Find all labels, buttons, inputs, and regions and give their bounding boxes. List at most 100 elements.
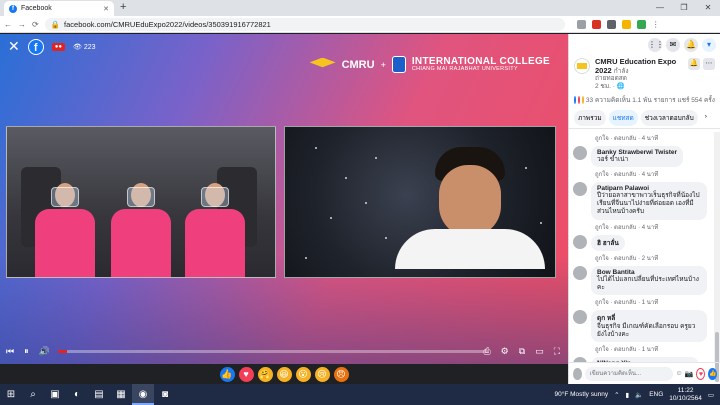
haha-count-icon	[581, 96, 584, 105]
facebook-logo-icon[interactable]: f	[27, 38, 44, 55]
menu-grid-icon[interactable]: ⋮⋮	[648, 38, 664, 52]
windows-start-icon[interactable]: ⊞	[0, 384, 22, 405]
haha-reaction-icon[interactable]: 😆	[276, 366, 292, 382]
url-field[interactable]: 🔒 facebook.com/CMRUEduExpo2022/videos/35…	[44, 17, 565, 31]
extensions-bar: ⋮	[576, 19, 660, 29]
menu-icon[interactable]: ⋮	[652, 20, 660, 29]
video-progress-bar[interactable]	[58, 350, 488, 353]
comment-item: Banky Strawberwi Twister วอร์ ขำเน่า	[573, 146, 714, 168]
commenter-name[interactable]: ดุก หลี่	[597, 313, 701, 323]
line-app-icon[interactable]: ◙	[154, 384, 176, 405]
task-view-icon[interactable]: ▣	[44, 384, 66, 405]
student-figure	[111, 183, 171, 277]
volume-icon[interactable]: 🔊	[39, 346, 50, 357]
comment-item: ดุก หลี่ จีนธุรกิจ มีเกณฑ์คัดเลือกรอบ ครู…	[573, 309, 714, 342]
browser-tab[interactable]: f Facebook ✕	[4, 1, 114, 16]
page-header: CMRU Education Expo 2022 กำลัง ถ่ายทอดสด…	[569, 56, 720, 92]
profile-avatar[interactable]	[636, 19, 646, 29]
comment-meta[interactable]: ถูกใจ · ตอบกลับ · 4 นาที	[573, 222, 714, 232]
tab-live-chat[interactable]: แชทสด	[608, 110, 638, 127]
search-icon[interactable]: ⌕	[22, 384, 44, 405]
page-avatar[interactable]	[574, 58, 590, 74]
fullscreen-icon[interactable]: ⛶	[554, 346, 560, 357]
language-indicator[interactable]: ENG	[649, 391, 663, 398]
comment-bubble: Bow Bantita ไปได้ไปแลกเปลี่ยนที่ประเทศไหน…	[591, 265, 707, 295]
tab-close-icon[interactable]: ✕	[103, 5, 109, 13]
clock-time: 11:22	[677, 387, 694, 395]
account-icon[interactable]: ▾	[702, 38, 716, 52]
close-window-button[interactable]: ✕	[696, 0, 720, 16]
comment-meta[interactable]: ถูกใจ · ตอบกลับ · 2 นาที	[573, 253, 714, 263]
commenter-avatar[interactable]	[573, 182, 587, 197]
care-reaction-icon[interactable]: 🤗	[257, 366, 273, 382]
maximize-button[interactable]: ❐	[672, 0, 696, 16]
notify-bell-icon[interactable]: 🔔	[688, 58, 700, 70]
notification-center-icon[interactable]: ▭	[708, 391, 714, 399]
wow-reaction-icon[interactable]: 😮	[295, 366, 311, 382]
comment-meta[interactable]: ถูกใจ · ตอบกลับ · 4 นาที	[573, 133, 714, 143]
emoji-icon[interactable]: ☺	[676, 370, 683, 378]
tab-replies[interactable]: ช่วงเวลาตอบกลับ	[640, 110, 698, 127]
comment-meta[interactable]: ถูกใจ · ตอบกลับ · 1 นาที	[573, 344, 714, 354]
video-player[interactable]: ✕ f ●● 👁 223 CMRU + INTERNATIONAL COLLEG…	[0, 34, 568, 364]
commenter-avatar[interactable]	[573, 146, 587, 160]
commenter-name[interactable]: Banky Strawberwi Twister	[597, 149, 677, 156]
sad-reaction-icon[interactable]: 😢	[314, 366, 330, 382]
speaker-icon[interactable]: 🔈	[635, 391, 643, 399]
extension-icon-2[interactable]	[621, 19, 631, 29]
system-clock[interactable]: 11:22 10/10/2564	[669, 387, 702, 401]
minimize-button[interactable]: —	[648, 0, 672, 16]
commenter-avatar[interactable]	[573, 309, 587, 324]
page-name[interactable]: CMRU Education Expo 2022	[595, 57, 676, 75]
video-panel-guest	[284, 126, 556, 278]
like-reaction-button[interactable]: 👍	[708, 367, 717, 380]
messenger-icon[interactable]: ✉	[666, 38, 680, 52]
angry-reaction-icon[interactable]: 😠	[333, 366, 349, 382]
commenter-name[interactable]: ฮิ ฮาลั่น	[597, 238, 619, 248]
tab-overview[interactable]: ภาพรวม	[574, 110, 606, 127]
captions-icon[interactable]: ⎙	[483, 346, 490, 357]
reload-icon[interactable]: ⟳	[32, 20, 39, 29]
new-tab-button[interactable]: +	[120, 1, 126, 13]
pdf-extension-icon[interactable]	[591, 19, 601, 29]
chevron-right-icon[interactable]: ›	[701, 110, 711, 126]
url-text: facebook.com/CMRUEduExpo2022/videos/3503…	[64, 19, 271, 29]
comment-meta[interactable]: ถูกใจ · ตอบกลับ · 1 นาที	[573, 297, 714, 307]
like-reaction-icon[interactable]: 👍	[219, 366, 235, 382]
cast-icon[interactable]	[576, 19, 586, 29]
minimize-player-icon[interactable]: ▭	[535, 346, 544, 357]
comment-meta[interactable]: ถูกใจ · ตอบกลับ · 4 นาที	[573, 169, 714, 179]
popout-icon[interactable]: ⧉	[519, 346, 525, 357]
camera-icon[interactable]: 📷	[685, 370, 694, 378]
university-name: CHIANG MAI RAJABHAT UNIVERSITY	[411, 65, 518, 72]
lock-icon: 🔒	[50, 19, 61, 29]
brand-plus: +	[380, 59, 386, 70]
skip-back-icon[interactable]: ⏮	[6, 346, 14, 357]
file-explorer-icon[interactable]: ▤	[88, 384, 110, 405]
comment-input[interactable]	[584, 366, 673, 381]
edge-icon[interactable]: ◐	[66, 384, 88, 405]
love-reaction-icon[interactable]: ♥	[238, 366, 254, 382]
close-video-icon[interactable]: ✕	[8, 38, 20, 55]
tray-chevron-icon[interactable]: ⌃	[614, 391, 619, 399]
commenter-name[interactable]: Bow Bantita	[597, 269, 701, 276]
back-icon[interactable]: ←	[4, 20, 12, 29]
more-options-icon[interactable]: ⋯	[703, 58, 715, 70]
weather-widget[interactable]: 90°F Mostly sunny	[555, 391, 609, 398]
chrome-icon[interactable]: ◉	[132, 384, 154, 405]
notifications-icon[interactable]: 🔔	[684, 38, 698, 52]
pause-icon[interactable]: ⏸	[24, 346, 29, 357]
commenter-avatar[interactable]	[573, 265, 587, 280]
forward-icon[interactable]: →	[18, 20, 26, 29]
windows-taskbar: ⊞ ⌕ ▣ ◐ ▤ ▦ ◉ ◙ 90°F Mostly sunny ⌃ ▮ 🔈 …	[0, 384, 720, 405]
heart-reaction-button[interactable]: ♥	[696, 367, 706, 380]
page-sub: ถ่ายทอดสด	[595, 75, 627, 83]
settings-icon[interactable]: ⚙	[501, 346, 509, 357]
network-icon[interactable]: ▮	[626, 391, 630, 399]
store-icon[interactable]: ▦	[110, 384, 132, 405]
comment-composer: ☺ 📷 ♥ 👍	[569, 362, 720, 384]
sidebar-scrollbar[interactable]	[714, 132, 720, 382]
commenter-avatar[interactable]	[573, 234, 587, 249]
engagement-stats[interactable]: 33 ความคิดเห็น 1.1 พัน รายการ แชร์ 554 ค…	[569, 92, 720, 108]
extension-icon[interactable]	[606, 19, 616, 29]
